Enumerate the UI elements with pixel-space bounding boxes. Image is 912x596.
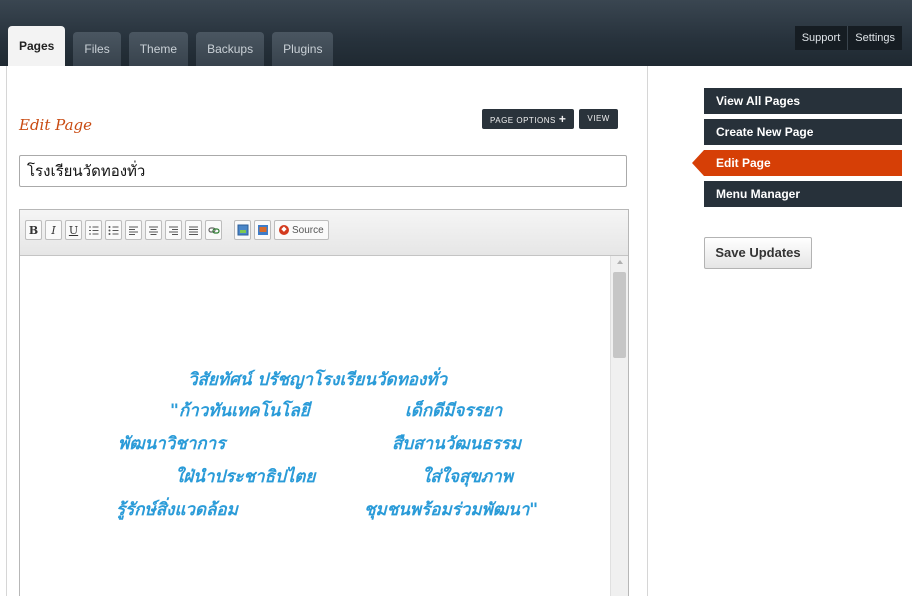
editor-scrollbar[interactable]: [610, 256, 628, 596]
page-options-button[interactable]: PAGE OPTIONS +: [482, 109, 575, 129]
source-label: Source: [292, 224, 324, 236]
align-left-button[interactable]: [125, 220, 142, 240]
editor-content[interactable]: วิสัยทัศน์ ปรัชญาโรงเรียนวัดทองทั่ว "ก้า…: [20, 256, 610, 596]
content-line: ใฝ่นำประชาธิปไตย: [175, 467, 316, 487]
source-button[interactable]: ◆ Source: [274, 220, 329, 240]
align-left-icon: [129, 226, 138, 235]
toolbar-separator: [229, 220, 230, 240]
rich-text-editor: B I U ◆ Source วิสัยทัศน์ ปรัชญาโรงเรียน…: [19, 209, 629, 596]
sidebar-item-edit-page[interactable]: Edit Page: [692, 150, 902, 176]
insert-image-button[interactable]: [234, 220, 251, 240]
top-bar: Pages Files Theme Backups Plugins Suppor…: [0, 0, 912, 66]
sidebar-item-view-all-pages[interactable]: View All Pages: [704, 88, 902, 114]
bold-button[interactable]: B: [25, 220, 42, 240]
underline-label: U: [68, 223, 79, 237]
link-button[interactable]: [205, 220, 222, 240]
settings-link[interactable]: Settings: [848, 26, 902, 50]
align-right-button[interactable]: [165, 220, 182, 240]
content-line: พัฒนาวิชาการ: [118, 434, 226, 454]
justify-icon: [189, 226, 198, 235]
page-title-input[interactable]: [19, 155, 627, 187]
image-icon: [237, 224, 248, 236]
italic-label: I: [51, 223, 56, 237]
top-nav: Support Settings: [794, 26, 902, 50]
tab-theme[interactable]: Theme: [128, 32, 189, 66]
insert-media-button[interactable]: [254, 220, 271, 240]
scroll-thumb[interactable]: [613, 272, 626, 358]
content-line: "ก้าวทันเทคโนโลยี: [170, 401, 310, 421]
content-line: รู้รักษ์สิ่งแวดล้อม: [116, 500, 238, 520]
toolbar-buttons: B I U ◆ Source: [25, 220, 332, 240]
editor-toolbar: B I U ◆ Source: [20, 210, 628, 256]
tab-plugins[interactable]: Plugins: [272, 32, 334, 66]
main-panel: Edit Page PAGE OPTIONS+ VIEW B I U: [6, 66, 648, 596]
main-tabs: Pages Files Theme Backups Plugins: [8, 26, 341, 66]
bullet-list-button[interactable]: [105, 220, 122, 240]
support-link[interactable]: Support: [794, 26, 849, 50]
link-icon: [207, 226, 220, 234]
sidebar-item-create-new-page[interactable]: Create New Page: [704, 119, 902, 145]
page-options-label: PAGE OPTIONS: [490, 116, 556, 125]
page-option-buttons: PAGE OPTIONS + VIEW: [482, 109, 623, 129]
tab-files[interactable]: Files: [73, 32, 121, 66]
content-line: ใส่ใจสุขภาพ: [422, 467, 513, 487]
tab-backups[interactable]: Backups: [196, 32, 265, 66]
save-updates-button[interactable]: Save Updates: [704, 237, 812, 269]
source-code-icon: ◆: [279, 225, 289, 235]
scroll-up-icon[interactable]: [617, 260, 623, 264]
sidebar-item-menu-manager[interactable]: Menu Manager: [704, 181, 902, 207]
italic-button[interactable]: I: [45, 220, 62, 240]
page-title: Edit Page: [19, 116, 92, 134]
numbered-list-button[interactable]: [85, 220, 102, 240]
bold-label: B: [28, 223, 39, 237]
justify-button[interactable]: [185, 220, 202, 240]
align-center-button[interactable]: [145, 220, 162, 240]
content-heading: วิสัยทัศน์ ปรัชญาโรงเรียนวัดทองทั่ว: [188, 370, 448, 390]
tab-pages[interactable]: Pages: [8, 26, 66, 66]
media-icon: [257, 225, 268, 235]
bullet-list-icon: [108, 225, 119, 235]
align-center-icon: [149, 226, 158, 235]
sidebar: View All Pages Create New Page Edit Page…: [692, 88, 902, 212]
content-line: สืบสานวัฒนธรรม: [392, 434, 522, 454]
plus-icon: +: [558, 112, 567, 126]
numbered-list-icon: [89, 226, 99, 234]
view-button[interactable]: VIEW: [579, 109, 618, 129]
content-line: ชุมชนพร้อมร่วมพัฒนา": [364, 500, 539, 520]
align-right-icon: [169, 226, 178, 235]
underline-button[interactable]: U: [65, 220, 82, 240]
content-line: เด็กดีมีจรรยา: [405, 401, 503, 421]
